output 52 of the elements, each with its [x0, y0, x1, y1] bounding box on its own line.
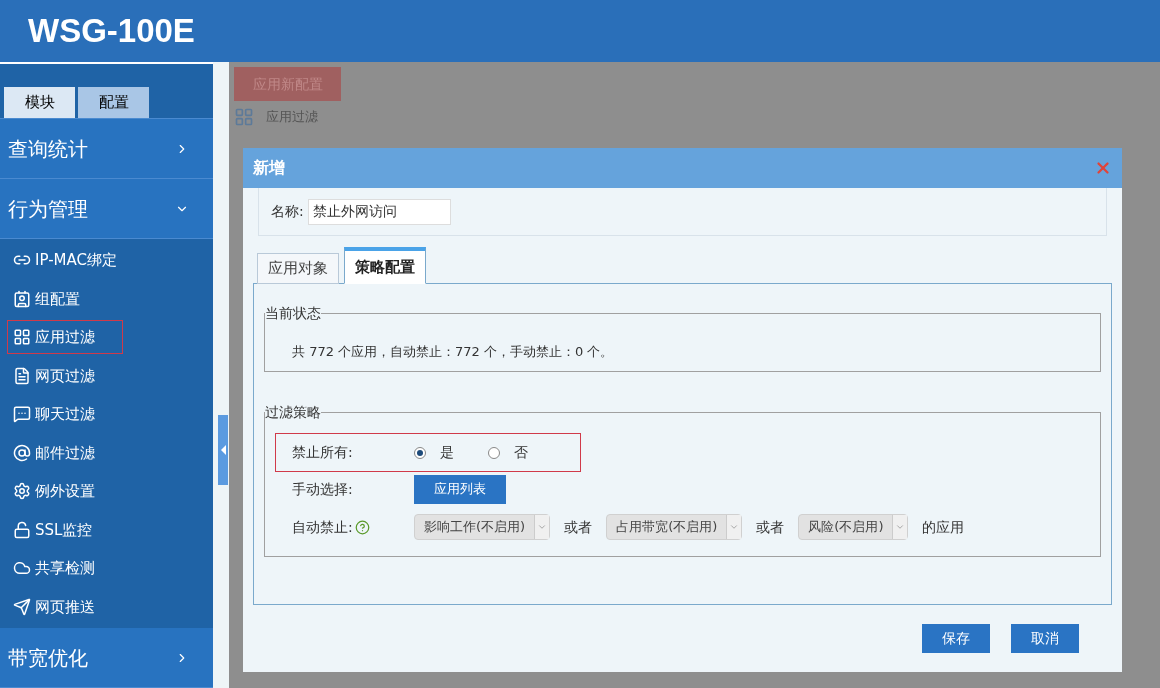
sidebar-item[interactable]: 共享检测	[7, 551, 108, 586]
caret-icon	[895, 522, 906, 532]
sidebar-tab[interactable]: 模块	[4, 87, 75, 118]
dialog-tab[interactable]: 应用对象	[257, 253, 339, 284]
sidebar-item[interactable]: 组配置	[7, 281, 93, 316]
radio-button[interactable]	[488, 446, 500, 459]
padlock-icon	[13, 520, 31, 539]
name-label: 名称:	[271, 202, 304, 221]
caret-icon	[537, 522, 548, 532]
sidebar-item[interactable]: 聊天过滤	[7, 397, 108, 432]
grid-icon	[13, 328, 31, 347]
sidebar-item[interactable]: IP-MAC绑定	[7, 243, 130, 278]
sidebar-item[interactable]: 应用过滤	[7, 320, 123, 355]
name-input[interactable]: 禁止外网访问	[307, 198, 451, 225]
sidebar-item[interactable]: 例外设置	[7, 474, 108, 509]
sidebar-section[interactable]: 行为管理	[0, 179, 213, 239]
collapse-handle[interactable]	[218, 415, 228, 485]
dialog-tab[interactable]: 策略配置	[344, 247, 426, 284]
settings-icon	[13, 482, 31, 501]
help-icon[interactable]	[354, 519, 370, 535]
sidebar-item[interactable]: 网页过滤	[7, 358, 108, 393]
contact-card-icon	[13, 289, 31, 308]
radio-button[interactable]	[414, 446, 426, 459]
chat-bubble-icon	[13, 405, 31, 424]
joiner-text: 或者	[756, 517, 785, 537]
suffix-text: 的应用	[922, 517, 965, 537]
status-legend: 当前状态	[265, 303, 321, 324]
dialog-button[interactable]: 取消	[1011, 624, 1079, 653]
caret-icon	[729, 522, 740, 532]
document-icon	[13, 366, 31, 385]
sidebar-item[interactable]: 邮件过滤	[7, 435, 108, 470]
grid-icon	[234, 107, 254, 127]
sidebar-item[interactable]: SSL监控	[7, 512, 106, 547]
sidebar-tab[interactable]: 配置	[78, 87, 149, 118]
sidebar-item[interactable]: 网页推送	[7, 589, 108, 624]
close-button[interactable]	[1094, 159, 1112, 177]
auto-block-label: 自动禁止:	[292, 517, 353, 537]
at-sign-icon	[13, 443, 31, 462]
block-all-label: 禁止所有:	[292, 443, 354, 462]
product-title: WSG-100E	[28, 11, 195, 52]
radio-label: 否	[514, 443, 528, 462]
app-list-button[interactable]: 应用列表	[414, 474, 506, 504]
policy-legend: 过滤策略	[265, 402, 321, 423]
status-text: 共 772 个应用，自动禁止：772 个，手动禁止：0 个。	[292, 343, 615, 361]
dialog-title: 新增	[253, 157, 285, 179]
paper-plane-icon	[13, 597, 31, 616]
joiner-text: 或者	[564, 517, 593, 537]
dialog-button[interactable]: 保存	[922, 624, 990, 653]
radio-label: 是	[440, 443, 454, 462]
manual-select-label: 手动选择:	[292, 479, 354, 499]
sidebar-section[interactable]: 带宽优化	[0, 628, 213, 688]
sidebar-section[interactable]: 查询统计	[0, 119, 213, 179]
